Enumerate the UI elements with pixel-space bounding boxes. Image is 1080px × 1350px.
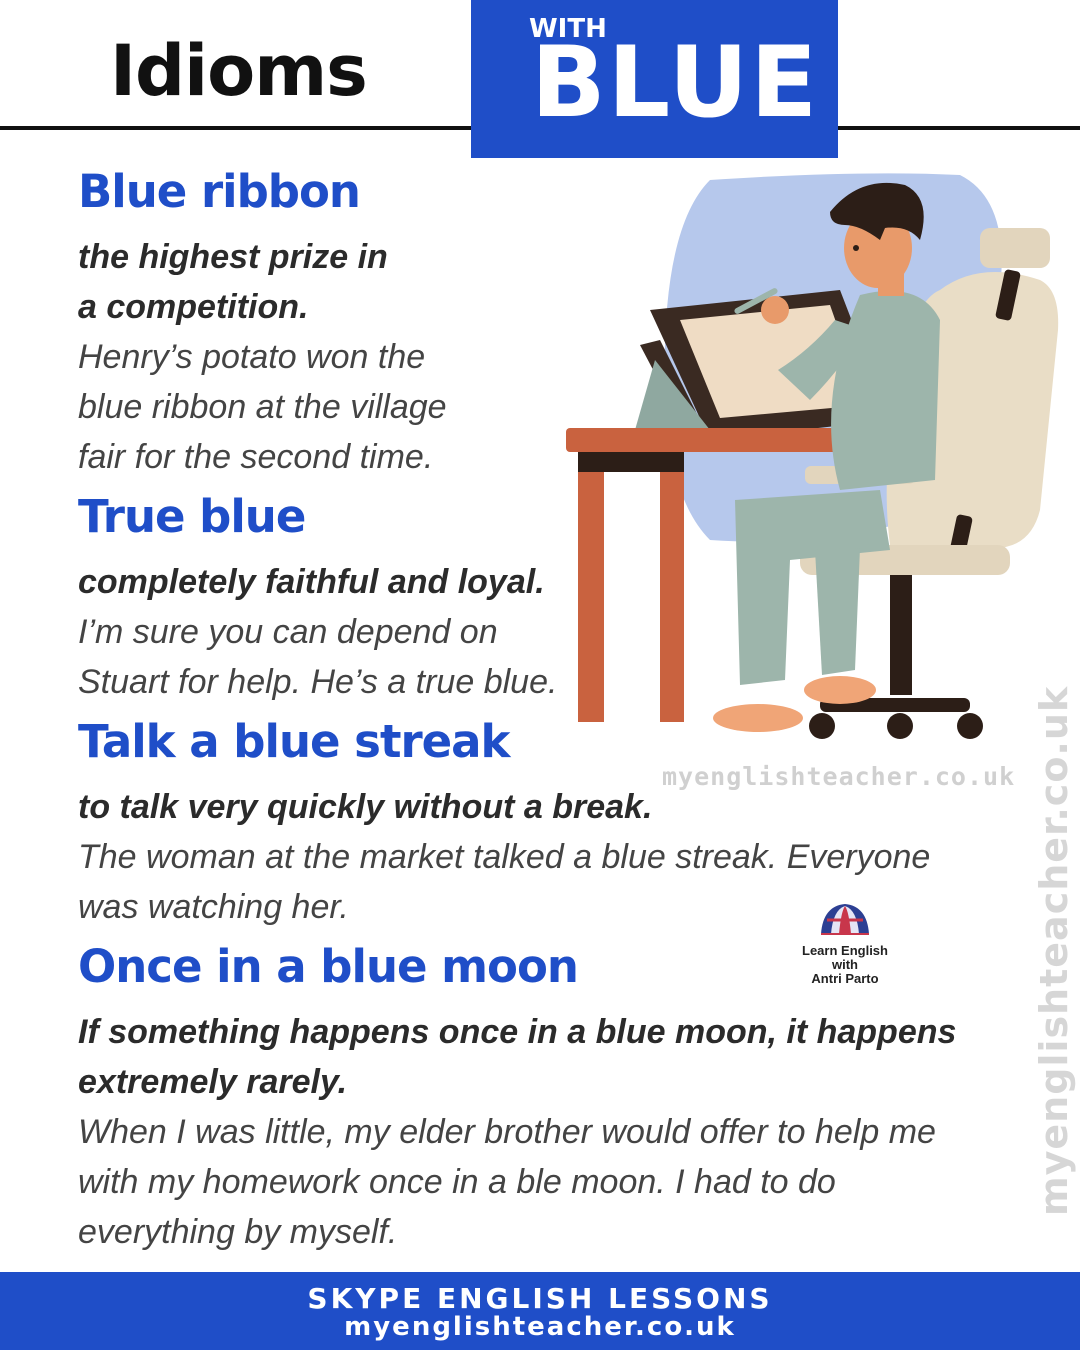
example-line: When I was little, my elder brother woul…	[78, 1113, 936, 1151]
example-line: Henry’s potato won the	[78, 338, 426, 376]
logo-line-1: Learn English	[802, 943, 888, 958]
example-line: everything by myself.	[78, 1213, 398, 1251]
footer-website-link[interactable]: myenglishteacher.co.uk	[0, 1312, 1080, 1342]
example-line: The woman at the market talked a blue st…	[78, 838, 931, 876]
learn-english-logo: Learn English with Antri Parto	[790, 900, 900, 986]
watermark-text: myenglishteacher.co.uk	[662, 762, 1016, 791]
footer-banner: SKYPE ENGLISH LESSONS myenglishteacher.c…	[0, 1272, 1080, 1350]
title-badge: WITH BLUE	[471, 0, 838, 158]
man-at-desk-illustration	[566, 173, 1059, 739]
definition-line: If something happens once in a blue moon…	[78, 1013, 957, 1051]
idiom-heading-talk-a-blue-streak: Talk a blue streak	[78, 715, 510, 768]
definition-line: extremely rarely.	[78, 1063, 348, 1101]
logo-line-3: Antri Parto	[811, 971, 879, 986]
vertical-watermark-text: myenglishteacher.co.uk	[1032, 685, 1076, 1216]
definition-line: completely faithful and loyal.	[78, 563, 545, 601]
example-line: blue ribbon at the village	[78, 388, 447, 426]
definition-line: the highest prize in	[78, 238, 388, 276]
logo-line-2: with	[832, 957, 858, 972]
page-title: Idioms	[110, 30, 368, 112]
example-line: with my homework once in a ble moon. I h…	[78, 1163, 836, 1201]
idiom-heading-once-in-a-blue-moon: Once in a blue moon	[78, 940, 579, 993]
definition-line: a competition.	[78, 288, 309, 326]
footer-headline: SKYPE ENGLISH LESSONS	[307, 1282, 773, 1315]
example-line: fair for the second time.	[78, 438, 434, 476]
example-line: I’m sure you can depend on	[78, 613, 498, 651]
umbrella-flag-icon	[821, 904, 869, 935]
example-line: Stuart for help. He’s a true blue.	[78, 663, 558, 701]
idiom-heading-blue-ribbon: Blue ribbon	[78, 165, 361, 218]
idiom-heading-true-blue: True blue	[78, 490, 306, 543]
blue-label: BLUE	[531, 26, 820, 140]
